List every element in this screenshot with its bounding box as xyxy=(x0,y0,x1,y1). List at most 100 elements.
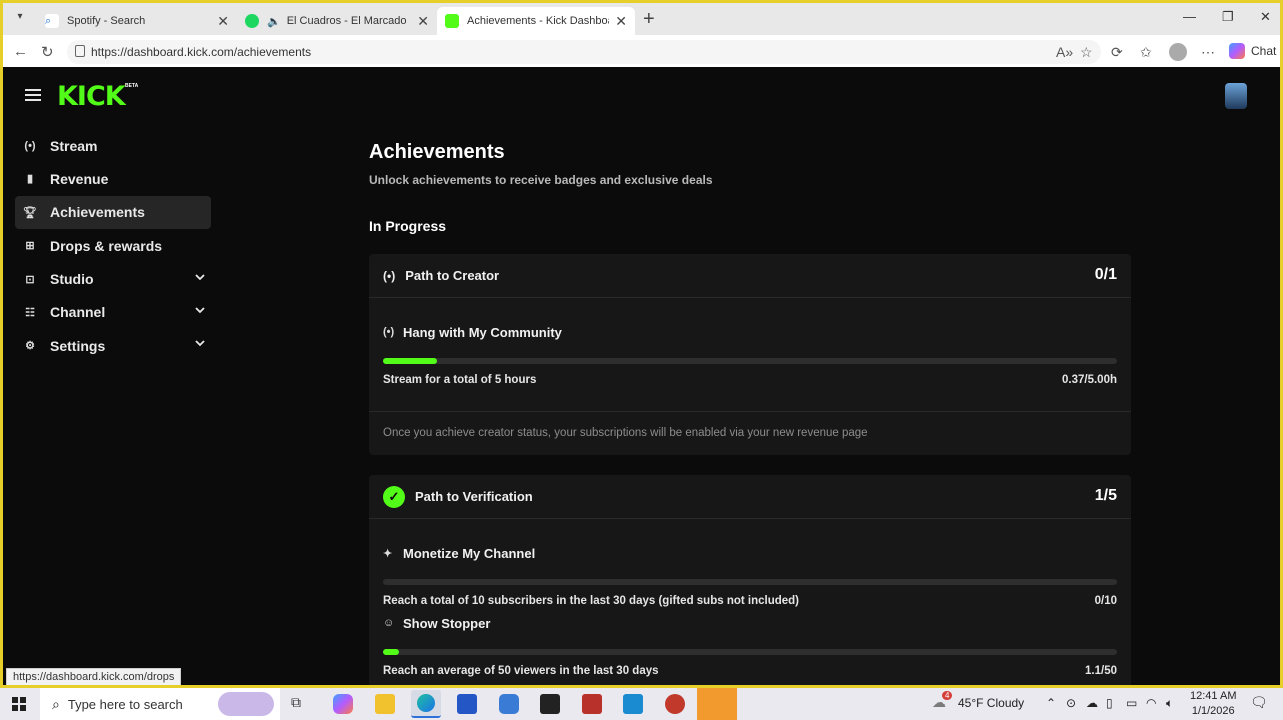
sidebar-item-label: Stream xyxy=(50,137,98,154)
sidebar-item-channel[interactable]: ☷ Channel xyxy=(15,296,211,329)
kick-dashboard: KICK BETA (•) Stream ▮ Revenue 🏆︎ Achiev… xyxy=(3,67,1280,685)
speaker-icon[interactable]: 🔈︎ xyxy=(1166,696,1173,711)
progress-bar xyxy=(383,358,1117,364)
chevron-down-icon[interactable] xyxy=(195,272,205,282)
page-title: Achievements xyxy=(369,141,505,163)
trophy-icon: 🏆︎ xyxy=(23,206,37,219)
achievement-item: (•) Hang with My Community Stream for a … xyxy=(369,298,1131,411)
sidebar-item-drops[interactable]: ⊞ Drops & rewards xyxy=(15,229,211,262)
tab-title: Spotify - Search xyxy=(67,15,146,27)
sidebar-item-settings[interactable]: ⚙ Settings xyxy=(15,329,211,362)
achievement-item: ✦ Monetize My Channel Reach a total of 1… xyxy=(369,519,1131,607)
progress-bar xyxy=(383,649,1117,655)
task-view-icon[interactable]: ⧉ xyxy=(291,694,311,714)
extensions-icon[interactable]: ⟳ xyxy=(1111,44,1123,61)
achievement-title: Monetize My Channel xyxy=(403,545,536,561)
card-header[interactable]: (•) Path to Creator 0/1 xyxy=(369,254,1131,298)
favorite-star-icon[interactable]: ☆ xyxy=(1080,44,1093,61)
sidebar-item-label: Settings xyxy=(50,337,106,354)
game-app-icon[interactable] xyxy=(582,694,602,714)
beta-badge: BETA xyxy=(125,83,139,89)
tool-app-icon[interactable] xyxy=(623,694,643,714)
favorites-icon[interactable]: ✩ xyxy=(1140,44,1152,61)
broadcast-icon: (•) xyxy=(383,326,395,338)
kick-favicon-icon xyxy=(445,14,459,28)
url-text: https://dashboard.kick.com/achievements xyxy=(91,45,312,59)
chevron-down-icon[interactable] xyxy=(195,305,205,315)
close-icon[interactable]: ✕ xyxy=(615,13,627,30)
windows-start-icon[interactable] xyxy=(12,697,26,711)
user-avatar[interactable] xyxy=(1225,83,1247,109)
weather-text[interactable]: 45°F Cloudy xyxy=(958,696,1024,710)
card-count: 0/1 xyxy=(1094,266,1117,283)
broadcast-icon: (•) xyxy=(383,268,396,283)
close-icon[interactable]: ✕ xyxy=(417,13,429,30)
tab-elcuadros[interactable]: 🔈 El Cuadros - El Marcado ✕ xyxy=(237,7,437,35)
usb-icon[interactable]: ▯ xyxy=(1106,696,1113,710)
mail-app-icon[interactable] xyxy=(499,694,519,714)
tab-spotify[interactable]: ⌕ Spotify - Search ✕ xyxy=(37,7,237,35)
achievement-card-creator: (•) Path to Creator 0/1 (•) Hang with My… xyxy=(369,254,1131,455)
record-app-icon[interactable] xyxy=(665,694,685,714)
refresh-icon[interactable]: ↻ xyxy=(41,43,54,61)
edge-app-icon[interactable] xyxy=(411,690,441,718)
wifi-icon[interactable]: ◠ xyxy=(1146,696,1156,710)
restore-icon[interactable]: ❐ xyxy=(1222,9,1234,25)
sidebar-item-label: Achievements xyxy=(50,204,145,221)
speaker-icon[interactable]: 🔈 xyxy=(267,15,281,28)
display-icon[interactable]: ▭ xyxy=(1126,696,1137,710)
read-aloud-icon[interactable]: A» xyxy=(1056,44,1073,60)
chevron-up-icon[interactable]: ⌃ xyxy=(1046,696,1056,710)
sidebar-item-revenue[interactable]: ▮ Revenue xyxy=(15,162,211,195)
sidebar-item-label: Studio xyxy=(50,271,94,288)
weather-badge: 4 xyxy=(942,691,953,700)
browser-window: ▾ ⌕ Spotify - Search ✕ 🔈 El Cuadros - El… xyxy=(0,0,1283,688)
close-icon[interactable]: ✕ xyxy=(217,13,229,30)
card-note: Once you achieve creator status, your su… xyxy=(369,411,1131,455)
spotify-icon xyxy=(245,14,259,28)
app-icon[interactable] xyxy=(540,694,560,714)
sidebar-item-label: Revenue xyxy=(50,170,109,187)
sidebar-item-label: Channel xyxy=(50,304,106,321)
onedrive-icon[interactable]: ☁ xyxy=(1086,696,1098,710)
profile-avatar[interactable] xyxy=(1169,43,1187,61)
card-header[interactable]: ✓ Path to Verification 1/5 xyxy=(369,475,1131,519)
achievement-value: 1.1/50 xyxy=(1085,665,1117,677)
store-app-icon[interactable] xyxy=(457,694,477,714)
search-icon: ⌕ xyxy=(45,14,59,28)
clock[interactable]: 12:41 AM 1/1/2026 xyxy=(1190,689,1236,719)
taskbar-search[interactable]: ⌕ Type here to search xyxy=(40,688,280,720)
tray-app-icon[interactable]: ⊙ xyxy=(1066,696,1076,710)
menu-icon[interactable] xyxy=(25,89,41,101)
sidebar-item-label: Drops & rewards xyxy=(50,237,163,254)
tab-achievements[interactable]: Achievements - Kick Dashboard ✕ xyxy=(437,7,635,35)
minimize-icon[interactable]: — xyxy=(1183,9,1196,24)
copilot-icon xyxy=(1229,43,1245,59)
achievement-item: ☺ Show Stopper Reach an average of 50 vi… xyxy=(369,603,1131,677)
chart-icon: ▮ xyxy=(26,173,34,186)
sidebar-item-studio[interactable]: ⊡ Studio xyxy=(15,263,211,296)
section-title: In Progress xyxy=(369,218,447,234)
notifications-icon[interactable]: 🗨︎ xyxy=(1250,694,1268,711)
kick-logo[interactable]: KICK xyxy=(57,81,126,112)
chat-button[interactable]: Chat xyxy=(1229,43,1276,59)
achievement-value: 0.37/5.00h xyxy=(1062,374,1117,386)
progress-bar xyxy=(383,579,1117,585)
window-close-icon[interactable]: ✕ xyxy=(1260,9,1271,25)
new-tab-button[interactable]: + xyxy=(643,8,655,31)
sidebar-item-achievements[interactable]: 🏆︎ Achievements xyxy=(15,195,211,229)
back-arrow-icon[interactable]: ← xyxy=(13,43,28,60)
chevron-down-icon[interactable] xyxy=(195,338,205,348)
url-field[interactable]: https://dashboard.kick.com/achievements xyxy=(67,40,1101,64)
copilot-app-icon[interactable] xyxy=(333,694,353,714)
sidebar-item-stream[interactable]: (•) Stream xyxy=(15,129,211,162)
active-app-icon[interactable] xyxy=(697,688,737,720)
file-explorer-icon[interactable] xyxy=(375,694,395,714)
sidebar: (•) Stream ▮ Revenue 🏆︎ Achievements ⊞ D… xyxy=(15,129,211,363)
card-title: Path to Creator xyxy=(405,268,500,283)
more-icon[interactable]: ⋯ xyxy=(1201,44,1215,61)
card-title: Path to Verification xyxy=(415,489,533,504)
windows-taskbar: ⌕ Type here to search ⧉ ☁ 4 45°F Cloudy … xyxy=(0,688,1283,720)
tab-actions-icon[interactable]: ▾ xyxy=(11,11,29,27)
tab-title: Achievements - Kick Dashboard xyxy=(467,15,610,27)
